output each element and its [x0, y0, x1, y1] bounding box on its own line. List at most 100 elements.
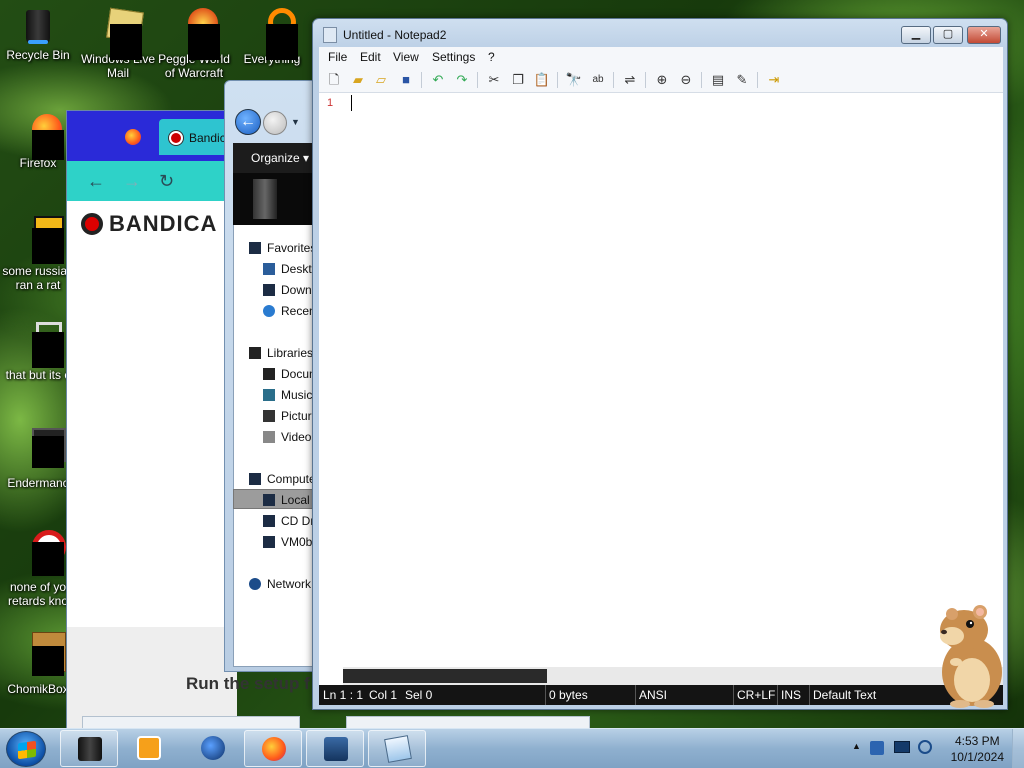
display-icon[interactable] — [894, 741, 910, 753]
network-status-icon[interactable] — [918, 740, 932, 754]
save-icon[interactable]: ■ — [397, 71, 415, 89]
desktop-icon-enderman[interactable]: Endermanc — [0, 426, 76, 490]
menu-file[interactable]: File — [328, 50, 347, 64]
cd-icon — [263, 515, 275, 527]
exit-icon[interactable]: ⇥ — [765, 71, 783, 89]
firefox-icon[interactable] — [125, 129, 141, 145]
status-scheme[interactable]: Default Text — [813, 688, 876, 702]
maximize-button[interactable]: ▢ — [933, 26, 963, 44]
taskbar: ▲ 4:53 PM 10/1/2024 — [0, 728, 1024, 768]
toolbar-separator — [477, 72, 478, 88]
start-button[interactable] — [6, 731, 46, 767]
firefox-nav-bar: ← → ↻ — [67, 161, 235, 201]
scrollbar-thumb[interactable] — [343, 669, 547, 683]
menu-view[interactable]: View — [393, 50, 419, 64]
line-number-gutter: 1 — [319, 93, 341, 685]
chomikbox-icon — [18, 632, 66, 676]
firefox-tab-bar: Bandic — [67, 111, 239, 161]
menu-settings[interactable]: Settings — [432, 50, 475, 64]
status-position: Ln 1 : 1 — [323, 688, 364, 702]
taskbar-app-media-player[interactable] — [120, 730, 178, 767]
notepad-icon — [384, 735, 412, 763]
desktop-icon-label: Recycle Bin — [6, 48, 70, 62]
desktop-icon-chomikbox[interactable]: ChomikBox — [0, 632, 76, 696]
desktop-icon-rat[interactable]: some russian ran a rat — [0, 214, 76, 292]
scheme-icon[interactable]: ▤ — [709, 71, 727, 89]
close-button[interactable]: ✕ — [967, 26, 1001, 44]
desktop-icon-peggle[interactable]: Peggle World of Warcraft — [156, 6, 232, 80]
notepad2-window[interactable]: Untitled - Notepad2 ▁ ▢ ✕ File Edit View… — [312, 18, 1008, 710]
taskbar-app-explorer[interactable] — [60, 730, 118, 767]
redo-icon[interactable]: ↷ — [453, 71, 471, 89]
desktop-icon-recycle-bin[interactable]: Recycle Bin — [0, 6, 76, 62]
toolbar: 🗋 ▰ ▱ ■ ↶ ↷ ✂ ❐ 📋 🔭 ab ⇌ ⊕ ⊖ ▤ ✎ ⇥ — [319, 67, 1003, 93]
minimize-button[interactable]: ▁ — [901, 26, 931, 44]
taskbar-app-firefox[interactable] — [244, 730, 302, 767]
status-bar: Ln 1 : 1 Col 1 Sel 0 0 bytes ANSI CR+LF … — [319, 685, 1003, 705]
computer-icon — [249, 473, 261, 485]
show-desktop-button[interactable] — [1012, 729, 1024, 768]
taskbar-app-network[interactable] — [306, 730, 364, 767]
taskbar-app-notepad2[interactable] — [368, 730, 426, 767]
pictures-icon — [263, 410, 275, 422]
menu-edit[interactable]: Edit — [360, 50, 381, 64]
toolbar-separator — [701, 72, 702, 88]
library-icon — [249, 347, 261, 359]
chevron-up-icon[interactable]: ▲ — [852, 741, 861, 751]
firefox-window[interactable]: Bandic ← → ↻ BANDICA — [66, 110, 239, 731]
music-icon — [263, 389, 275, 401]
status-line-endings[interactable]: CR+LF — [737, 688, 775, 702]
firefox-icon — [18, 114, 64, 160]
open-folder-icon[interactable]: ▰ — [349, 71, 367, 89]
toolbar-separator — [421, 72, 422, 88]
setup-instruction-text: Run the setup f — [186, 674, 310, 693]
chevron-down-icon[interactable]: ▼ — [291, 117, 300, 127]
desktop-icon-label: ChomikBox — [7, 682, 69, 696]
menu-help[interactable]: ? — [488, 50, 495, 64]
word-wrap-icon[interactable]: ⇌ — [621, 71, 639, 89]
desktop-icon-everything[interactable]: Everything — [234, 6, 310, 66]
replace-icon[interactable]: ab — [589, 71, 607, 89]
cut-icon[interactable]: ✂ — [485, 71, 503, 89]
media-player-icon — [137, 736, 161, 760]
text-editor[interactable]: 1 — [319, 93, 1003, 685]
reload-icon[interactable]: ↻ — [159, 171, 174, 192]
status-divider — [809, 685, 810, 705]
clock-time: 4:53 PM — [954, 734, 1000, 748]
forward-arrow-icon[interactable] — [263, 111, 287, 135]
desktop-icon-shortcut[interactable]: that but its c — [0, 322, 76, 382]
new-file-icon[interactable]: 🗋 — [325, 71, 343, 89]
peggle-icon — [174, 6, 220, 60]
forward-arrow-icon[interactable]: → — [123, 171, 141, 192]
desktop-icon-firefox[interactable]: Firefox — [0, 114, 76, 170]
taskbar-app-globe[interactable] — [184, 730, 242, 767]
recent-icon — [263, 305, 275, 317]
undo-icon[interactable]: ↶ — [429, 71, 447, 89]
text-caret — [351, 95, 352, 111]
status-mode: INS — [781, 688, 802, 702]
back-arrow-icon[interactable]: ← — [87, 171, 105, 192]
explorer-window[interactable]: ← ▼ Organize ▾ Favorites Desktop Downloa… — [224, 80, 325, 672]
drive-icon — [263, 536, 275, 548]
horizontal-scrollbar[interactable] — [343, 667, 1003, 685]
browse-icon[interactable]: ▱ — [372, 71, 390, 89]
toolbar-separator — [613, 72, 614, 88]
find-icon[interactable]: 🔭 — [565, 71, 583, 89]
clock[interactable]: 4:53 PM 10/1/2024 — [951, 733, 1004, 765]
zoom-out-icon[interactable]: ⊖ — [677, 71, 695, 89]
bandicam-record-icon — [169, 131, 183, 145]
line-number: 1 — [327, 97, 334, 109]
desktop-icon-none[interactable]: none of yo retards kno — [0, 530, 76, 608]
status-encoding[interactable]: ANSI — [639, 688, 667, 702]
customize-icon[interactable]: ✎ — [733, 71, 751, 89]
desktop-icon-windows-live-mail[interactable]: Windows Live Mail — [80, 6, 156, 80]
paste-icon[interactable]: 📋 — [533, 71, 551, 89]
desktop-icon-label: that but its c — [5, 368, 71, 382]
bandicam-logo: BANDICA — [81, 211, 217, 237]
copy-icon[interactable]: ❐ — [509, 71, 527, 89]
clock-date: 10/1/2024 — [950, 750, 1004, 764]
network-icon — [324, 737, 348, 761]
tray-app-icon[interactable] — [870, 741, 884, 755]
back-arrow-icon[interactable]: ← — [235, 109, 261, 135]
zoom-in-icon[interactable]: ⊕ — [653, 71, 671, 89]
